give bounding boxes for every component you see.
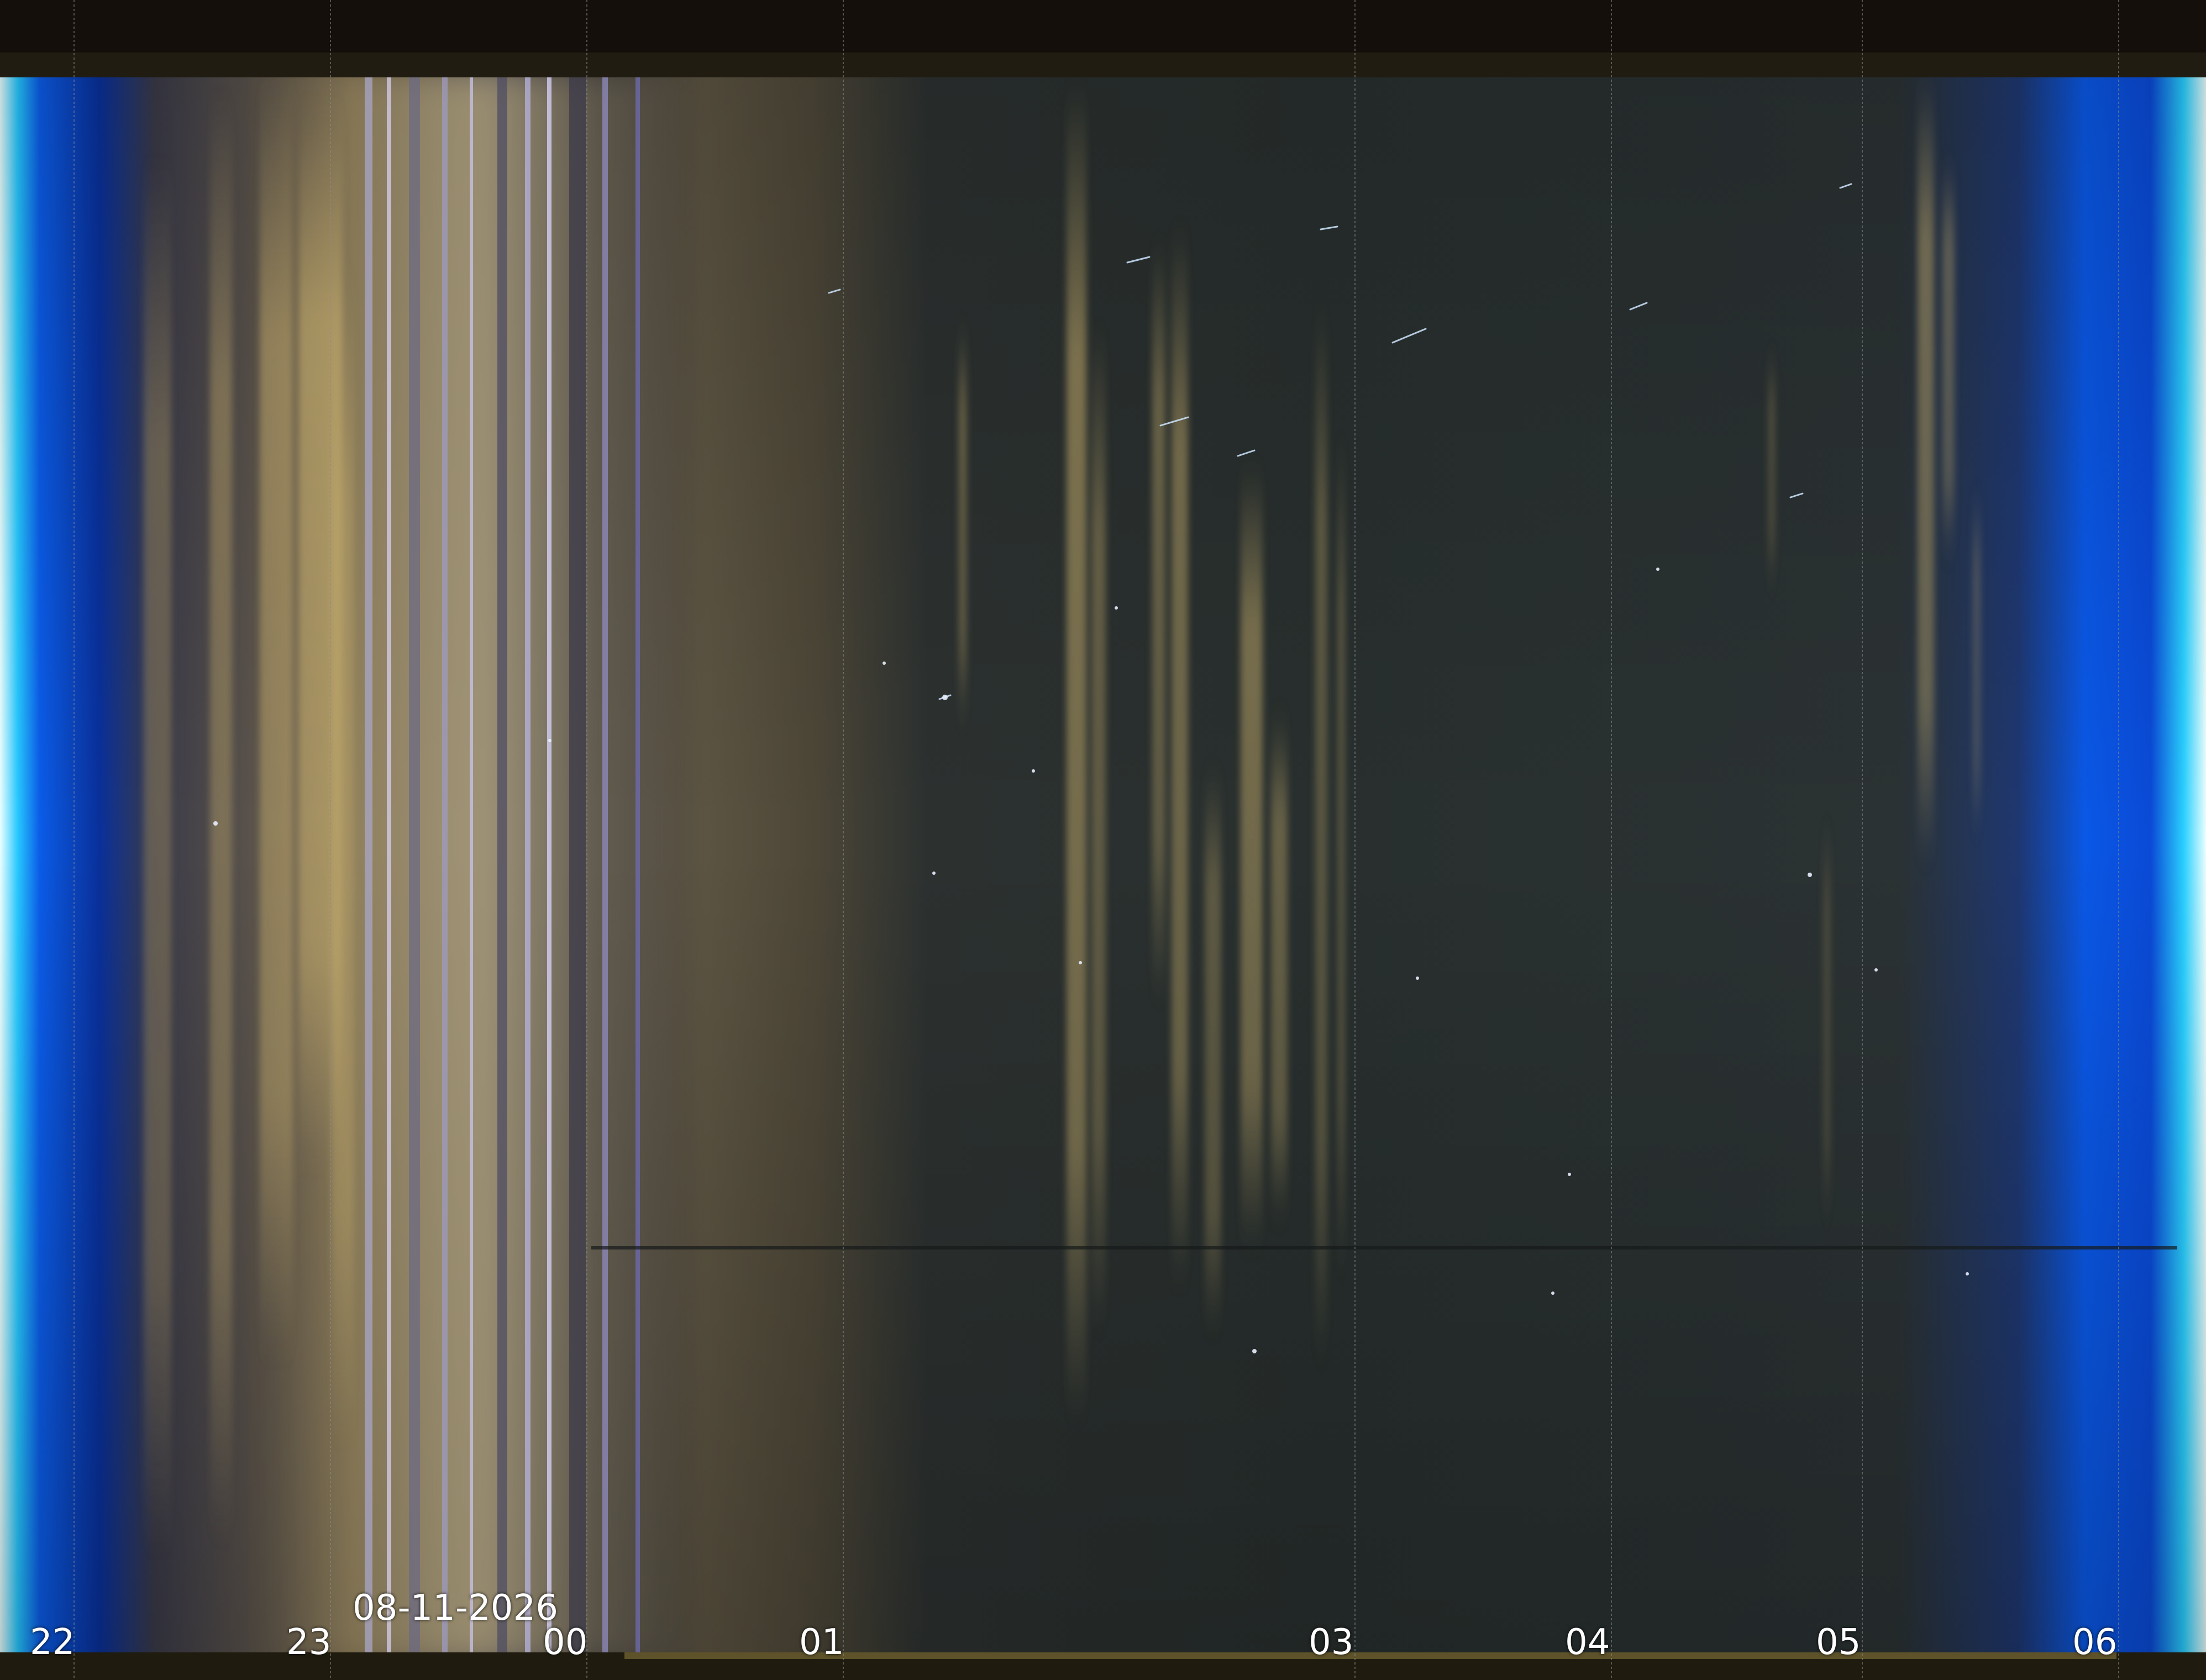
hour-label-06: 06 xyxy=(2072,1622,2118,1663)
hour-label-22: 22 xyxy=(30,1622,75,1663)
hour-label-03: 03 xyxy=(1309,1622,1354,1663)
date-label: 08-11-2026 xyxy=(353,1588,558,1629)
hour-label-00: 00 xyxy=(543,1622,588,1663)
hour-label-04: 04 xyxy=(1565,1622,1610,1663)
horizon-line xyxy=(591,1246,2177,1250)
hour-label-05: 05 xyxy=(1816,1622,1861,1663)
hour-label-23: 23 xyxy=(286,1622,332,1663)
hour-label-01: 01 xyxy=(799,1622,844,1663)
keogram-image: 08-11-2026 22 23 00 01 03 04 05 06 xyxy=(0,0,2206,1680)
